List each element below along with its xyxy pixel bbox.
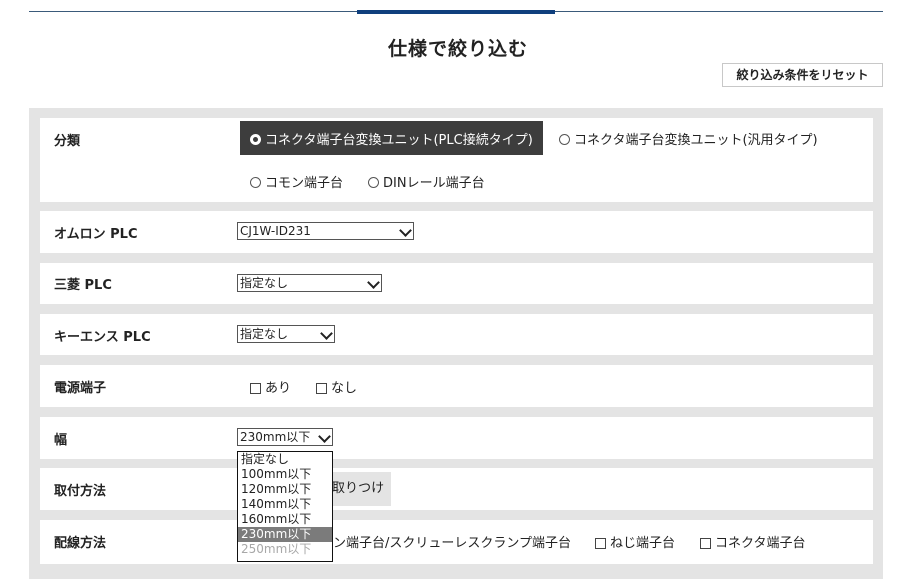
power-terminal-option-no[interactable]: なし [316, 377, 357, 396]
filter-row-mounting: 取付方法 取りつけ [40, 468, 873, 510]
width-label: 幅 [54, 433, 68, 448]
category-option-label: DINレール端子台 [383, 176, 485, 191]
mitsubishi-plc-select-value: 指定なし [240, 276, 289, 290]
filter-row-category: 分類 コネクタ端子台変換ユニット(PLC接続タイプ) コネクタ端子台変換ユニット… [40, 118, 873, 202]
checkbox-icon [595, 538, 606, 549]
mitsubishi-plc-select[interactable]: 指定なし [237, 274, 382, 292]
keyence-plc-select-value: 指定なし [240, 327, 289, 341]
checkbox-icon [316, 383, 327, 394]
radio-selected-icon [250, 133, 261, 145]
keyence-label: キーエンス PLC [54, 330, 151, 345]
filter-row-wiring: 配線方法 ン端子台/スクリューレスクランプ端子台 ねじ端子台 コネクタ端子台 [40, 520, 873, 564]
filter-row-omron: オムロン PLC CJ1W-ID231 [40, 211, 873, 253]
category-option-label: コネクタ端子台変換ユニット(汎用タイプ) [574, 133, 818, 148]
width-option[interactable]: 100mm以下 [238, 467, 332, 482]
page-title: 仕様で絞り込む [387, 38, 528, 60]
reset-filters-button[interactable]: 絞り込み条件をリセット [722, 63, 883, 87]
filter-row-width: 幅 230mm以下 [40, 417, 873, 459]
radio-icon [559, 134, 570, 145]
width-option-highlighted[interactable]: 230mm以下 [238, 527, 332, 542]
mounting-option-label: 取りつけ [332, 481, 385, 496]
width-select[interactable]: 230mm以下 [237, 428, 333, 446]
width-select-value: 230mm以下 [240, 430, 311, 444]
omron-label: オムロン PLC [54, 227, 138, 242]
mounting-label: 取付方法 [54, 484, 107, 499]
width-option-disabled: 250mm以下 [241, 542, 312, 556]
active-tab-indicator [357, 10, 555, 14]
wiring-option-label: ねじ端子台 [610, 536, 676, 551]
filter-row-mitsubishi: 三菱 PLC 指定なし [40, 263, 873, 304]
keyence-plc-select[interactable]: 指定なし [237, 325, 335, 343]
power-terminal-option-yes[interactable]: あり [250, 377, 291, 396]
category-option-din-rail[interactable]: DINレール端子台 [368, 172, 485, 191]
checkbox-icon [700, 538, 711, 549]
radio-icon [250, 177, 261, 188]
wiring-option-connector[interactable]: コネクタ端子台 [700, 532, 805, 551]
radio-icon [368, 177, 379, 188]
wiring-option-label: ン端子台/スクリューレスクランプ端子台 [333, 536, 571, 551]
chevron-down-icon [318, 430, 331, 443]
category-option-label: コモン端子台 [265, 176, 344, 191]
wiring-option-screw[interactable]: ねじ端子台 [595, 532, 675, 551]
chevron-down-icon [320, 327, 333, 340]
width-dropdown-list[interactable]: 指定なし 100mm以下 120mm以下 140mm以下 160mm以下 230… [237, 451, 333, 562]
wiring-label: 配線方法 [54, 536, 107, 551]
power-terminal-option-label: なし [331, 381, 358, 396]
category-label: 分類 [54, 134, 81, 149]
width-option[interactable]: 140mm以下 [238, 497, 332, 512]
wiring-option-label: コネクタ端子台 [715, 536, 806, 551]
omron-plc-select-value: CJ1W-ID231 [240, 224, 311, 238]
omron-plc-select[interactable]: CJ1W-ID231 [237, 222, 414, 240]
power-terminal-label: 電源端子 [54, 381, 107, 396]
width-option[interactable]: 160mm以下 [238, 512, 332, 527]
category-option-general-connector[interactable]: コネクタ端子台変換ユニット(汎用タイプ) [559, 129, 818, 148]
filter-row-keyence: キーエンス PLC 指定なし [40, 314, 873, 355]
wiring-option-connector-screwless[interactable]: ン端子台/スクリューレスクランプ端子台 [333, 532, 571, 551]
category-option-plc-connector[interactable]: コネクタ端子台変換ユニット(PLC接続タイプ) [240, 121, 543, 155]
category-option-label: コネクタ端子台変換ユニット(PLC接続タイプ) [265, 132, 533, 148]
checkbox-icon [250, 383, 261, 394]
filter-row-power-terminal: 電源端子 あり なし [40, 365, 873, 407]
width-option[interactable]: 指定なし [238, 452, 332, 467]
chevron-down-icon [367, 276, 380, 289]
chevron-down-icon [399, 224, 412, 237]
category-option-common-terminal[interactable]: コモン端子台 [250, 172, 343, 191]
width-option[interactable]: 120mm以下 [238, 482, 332, 497]
mitsubishi-label: 三菱 PLC [54, 278, 112, 293]
power-terminal-option-label: あり [265, 381, 292, 396]
